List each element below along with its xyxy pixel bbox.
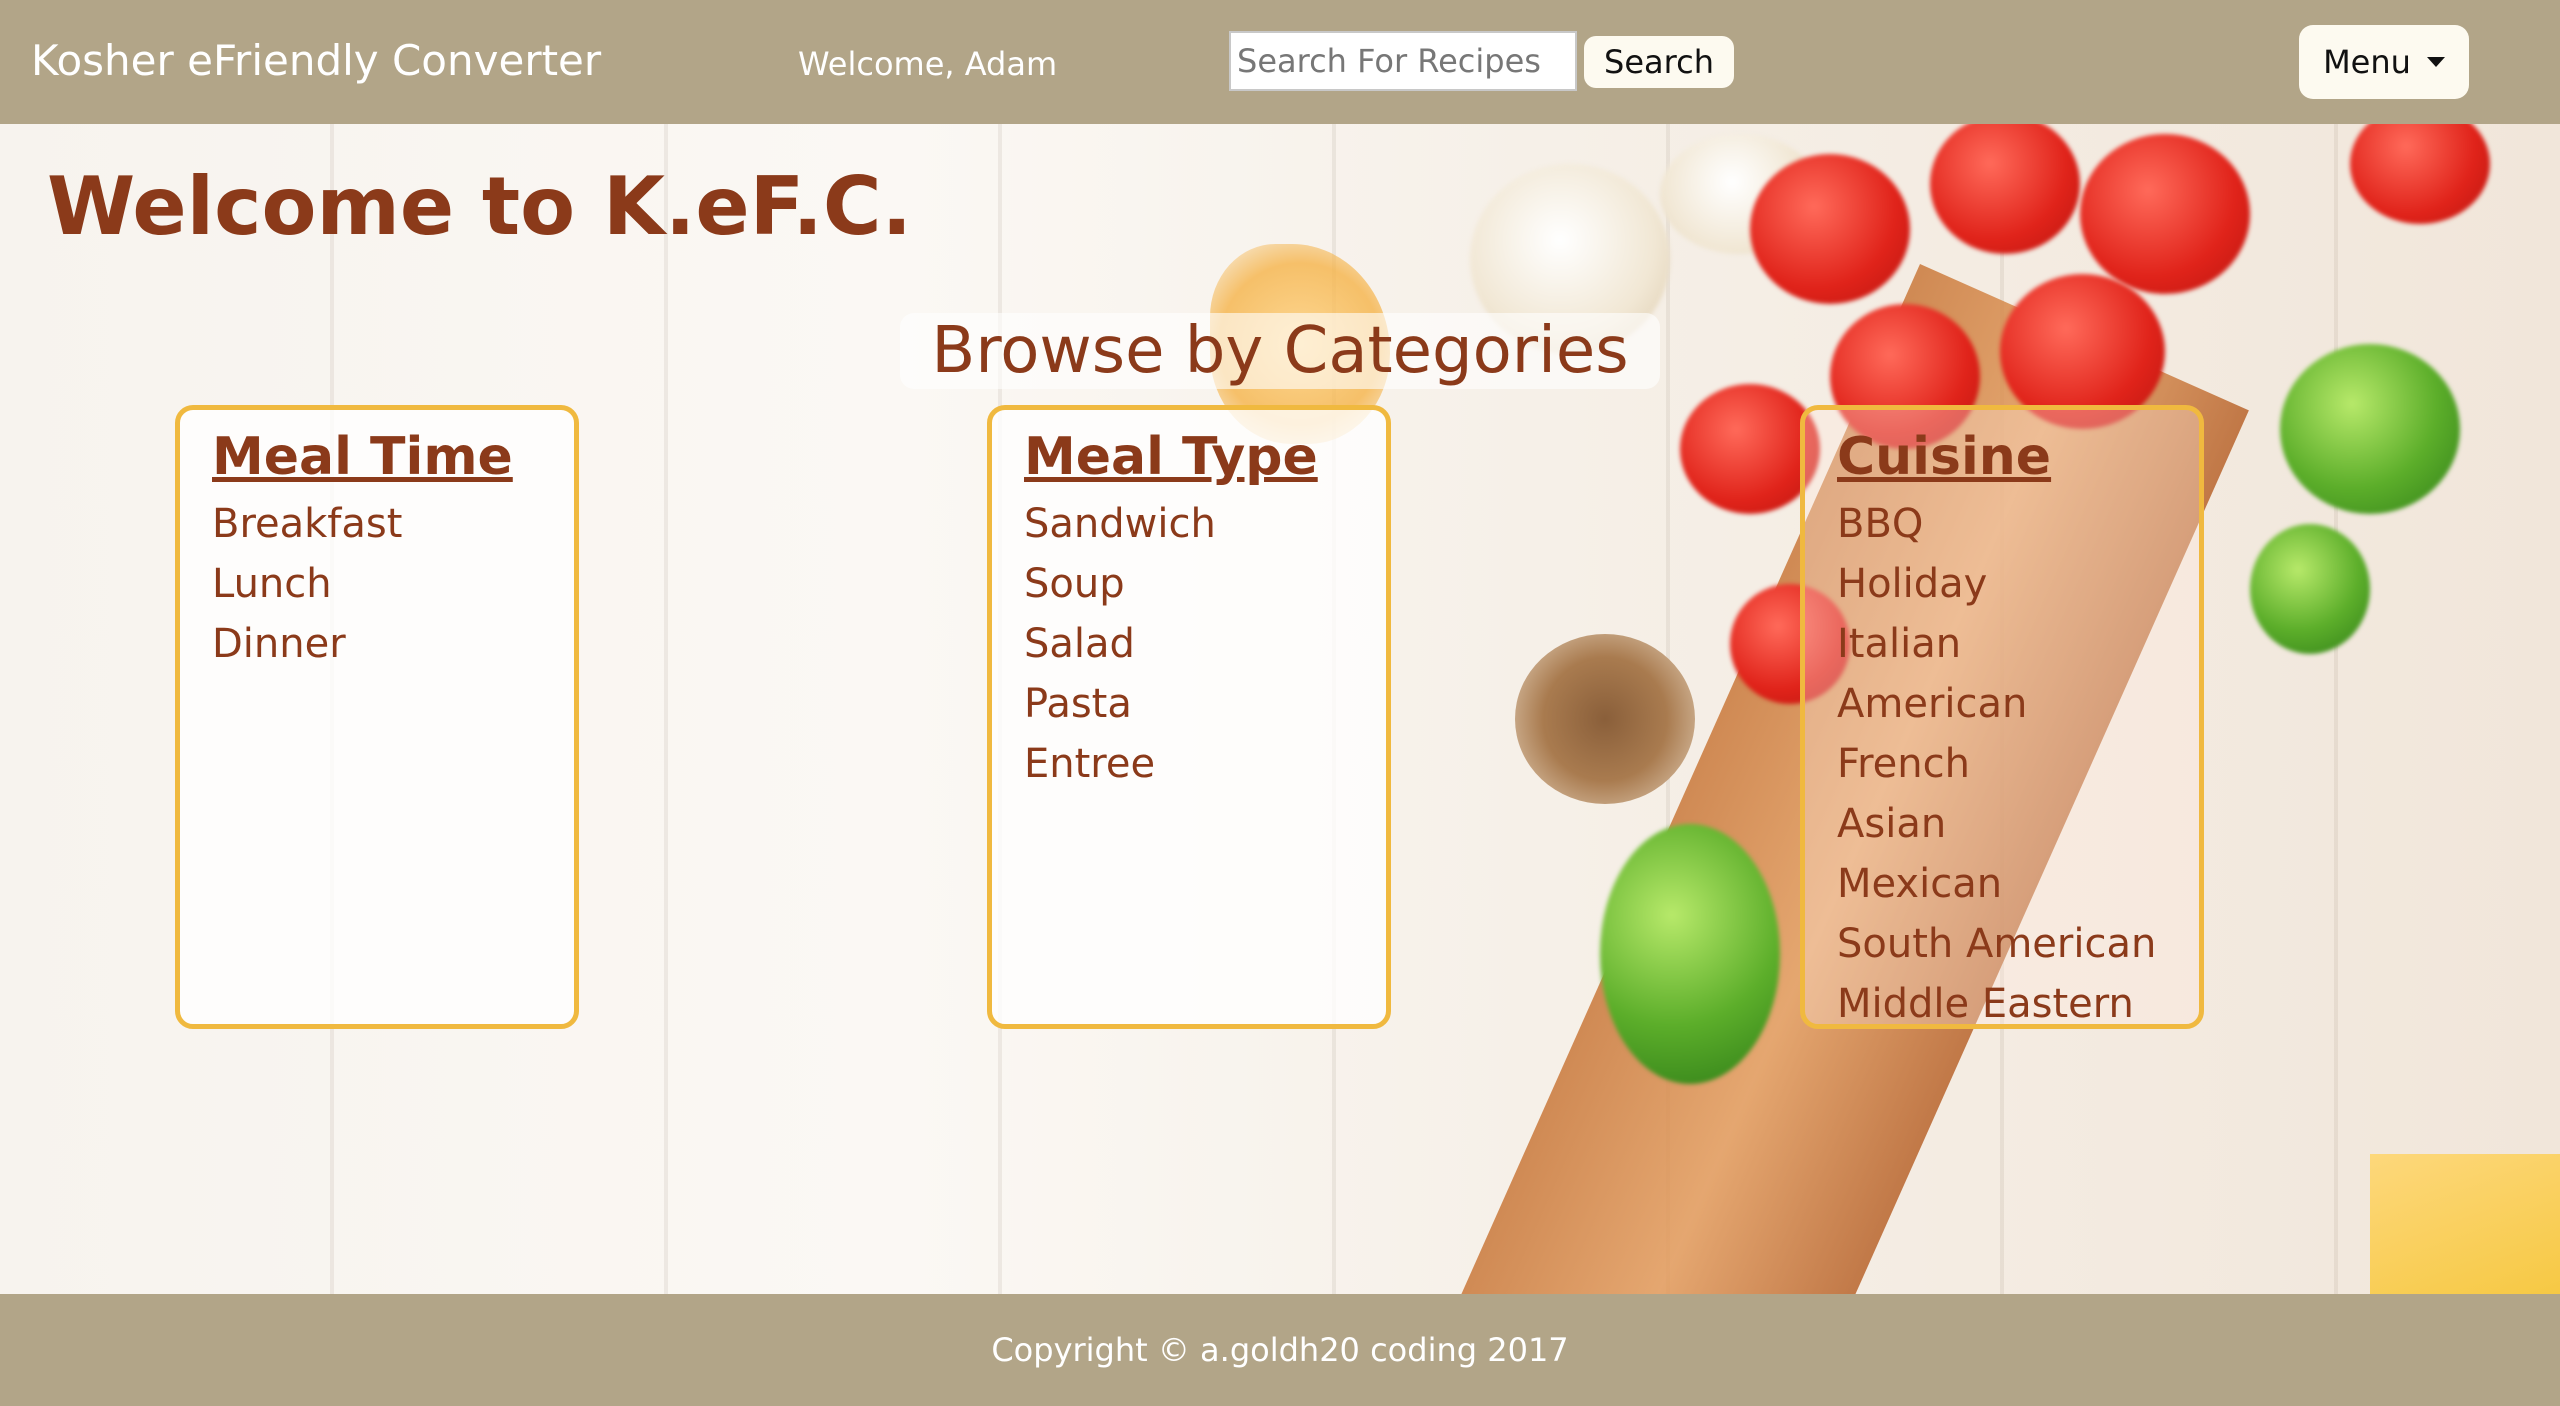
basil-image — [2250, 524, 2370, 654]
category-item-lunch[interactable]: Lunch — [212, 554, 574, 614]
category-item-sandwich[interactable]: Sandwich — [1024, 494, 1386, 554]
category-item-middle-eastern[interactable]: Middle Eastern — [1837, 974, 2199, 1034]
welcome-user-text: Welcome, Adam — [798, 45, 1058, 83]
category-item-dinner[interactable]: Dinner — [212, 614, 574, 674]
category-item-american[interactable]: American — [1837, 674, 2199, 734]
footer: Copyright © a.goldh20 coding 2017 — [0, 1294, 2560, 1406]
tomato-image — [1930, 124, 2080, 254]
spaghetti-image — [2370, 1154, 2560, 1294]
category-item-holiday[interactable]: Holiday — [1837, 554, 2199, 614]
brand-link[interactable]: Kosher eFriendly Converter — [31, 36, 601, 85]
category-title-meal-time[interactable]: Meal Time — [212, 420, 574, 494]
top-navbar: Kosher eFriendly Converter Welcome, Adam… — [0, 0, 2560, 124]
category-item-french[interactable]: French — [1837, 734, 2199, 794]
recipe-search-input[interactable] — [1229, 31, 1577, 91]
category-box-meal-time: Meal Time Breakfast Lunch Dinner — [175, 405, 579, 1029]
category-item-asian[interactable]: Asian — [1837, 794, 2199, 854]
category-box-cuisine: Cuisine BBQ Holiday Italian American Fre… — [1800, 405, 2204, 1029]
search-button[interactable]: Search — [1584, 36, 1734, 88]
category-item-italian[interactable]: Italian — [1837, 614, 2199, 674]
basil-image — [1600, 824, 1780, 1084]
copyright-text: Copyright © a.goldh20 coding 2017 — [991, 1331, 1569, 1369]
page-title: Welcome to K.eF.C. — [47, 160, 912, 253]
tomato-image — [1750, 154, 1910, 304]
spice-spoon-image — [1515, 634, 1695, 804]
browse-categories-heading: Browse by Categories — [900, 313, 1660, 389]
category-box-meal-type: Meal Type Sandwich Soup Salad Pasta Entr… — [987, 405, 1391, 1029]
caret-down-icon — [2426, 57, 2445, 67]
tomato-image — [2350, 124, 2490, 224]
menu-label: Menu — [2323, 43, 2411, 81]
category-item-salad[interactable]: Salad — [1024, 614, 1386, 674]
category-item-south-american[interactable]: South American — [1837, 914, 2199, 974]
basil-image — [2280, 344, 2460, 514]
category-item-breakfast[interactable]: Breakfast — [212, 494, 574, 554]
category-item-entree[interactable]: Entree — [1024, 734, 1386, 794]
category-item-bbq[interactable]: BBQ — [1837, 494, 2199, 554]
category-title-cuisine[interactable]: Cuisine — [1837, 420, 2199, 494]
tomato-image — [1680, 384, 1820, 514]
category-item-soup[interactable]: Soup — [1024, 554, 1386, 614]
menu-dropdown-button[interactable]: Menu — [2299, 25, 2469, 99]
category-item-pasta[interactable]: Pasta — [1024, 674, 1386, 734]
tomato-image — [2080, 134, 2250, 294]
category-item-mexican[interactable]: Mexican — [1837, 854, 2199, 914]
category-title-meal-type[interactable]: Meal Type — [1024, 420, 1386, 494]
